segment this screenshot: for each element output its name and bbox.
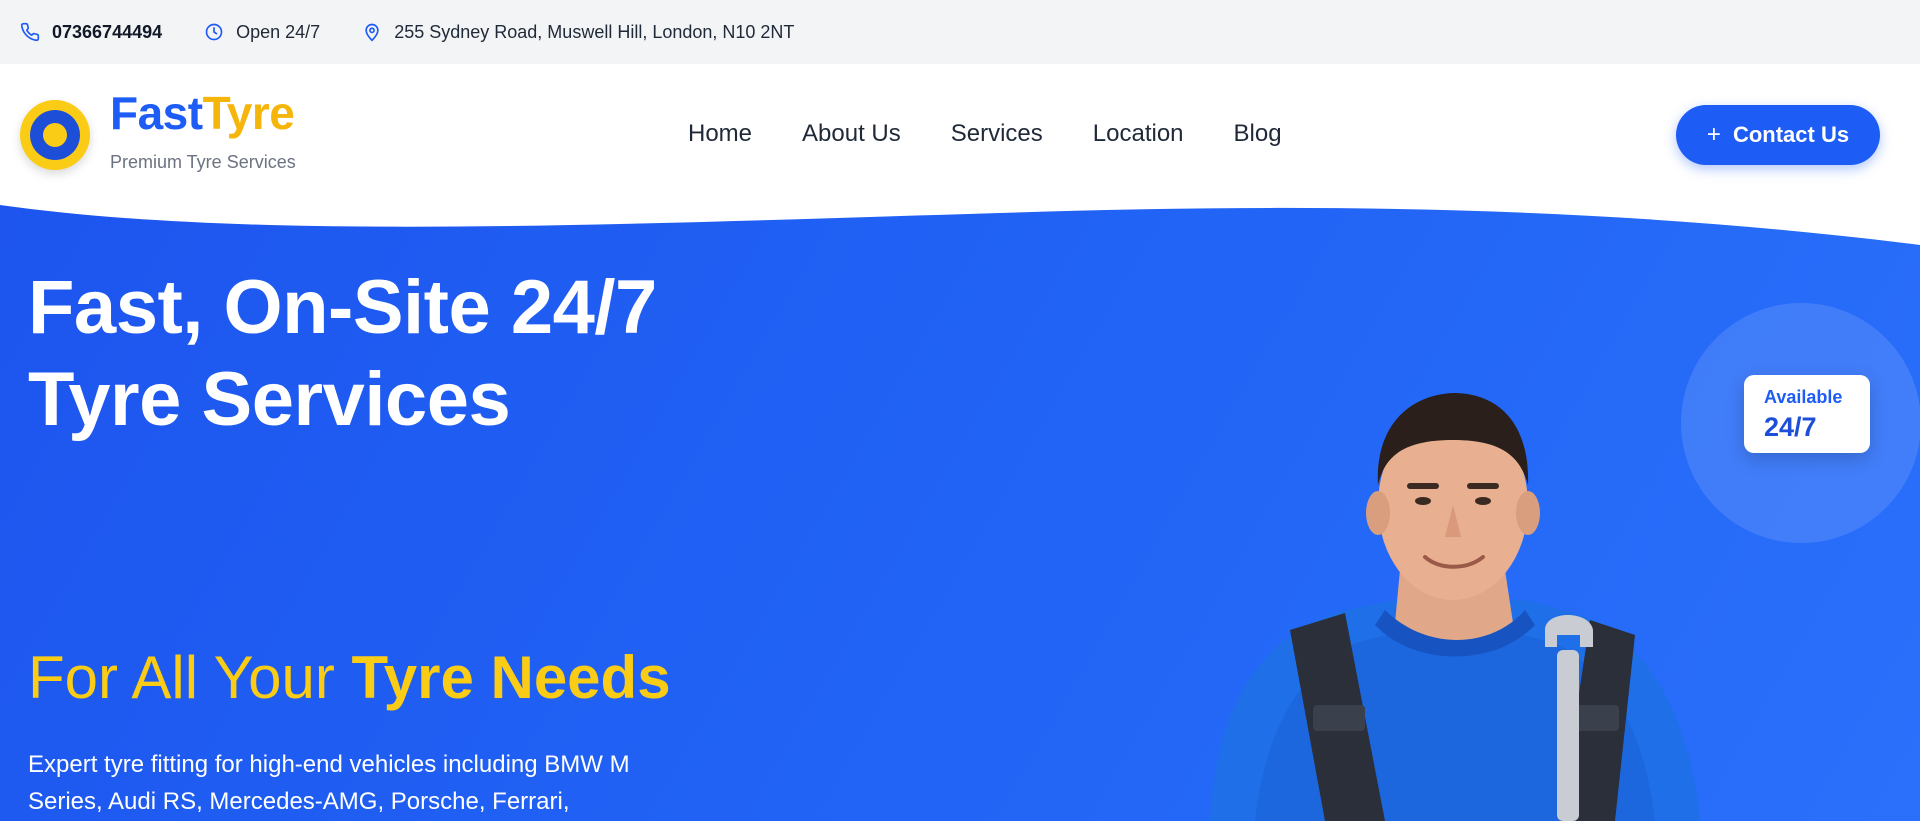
hero-title-line1: Fast, On-Site 24/7 xyxy=(28,265,657,350)
brand-part-fast: Fast xyxy=(110,87,203,139)
hero-title: Fast, On-Site 24/7 Tyre Services xyxy=(28,262,788,446)
opening-hours: Open 24/7 xyxy=(236,21,321,42)
brand-tagline: Premium Tyre Services xyxy=(110,152,296,172)
availability-badge: Available 24/7 xyxy=(1744,375,1870,453)
address-text: 255 Sydney Road, Muswell Hill, London, N… xyxy=(394,21,795,42)
brand-name[interactable]: FastTyre xyxy=(110,87,295,139)
hero-title-line2: Tyre Services xyxy=(28,357,511,442)
top-info-bar: 07366744494 Open 24/7 255 Sydney Road, M… xyxy=(0,0,1920,64)
contact-us-label: Contact Us xyxy=(1732,122,1850,147)
clock-icon xyxy=(205,23,223,41)
hero-subtitle-prefix: For All Your xyxy=(28,644,352,711)
availability-label: Available xyxy=(1764,387,1843,407)
hero-subtitle-highlight: Tyre Needs xyxy=(351,644,671,711)
mechanic-image xyxy=(1210,393,1700,821)
brand-part-tyre: Tyre xyxy=(202,87,295,139)
phone-icon xyxy=(20,22,40,42)
hero-subtitle: For All Your Tyre Needs xyxy=(28,648,671,708)
phone-info[interactable]: 07366744494 xyxy=(20,22,162,43)
contact-us-button[interactable]: + Contact Us xyxy=(1676,105,1880,165)
nav-about-us[interactable]: About Us xyxy=(802,120,901,148)
map-pin-icon xyxy=(365,23,379,42)
address-info: 255 Sydney Road, Muswell Hill, London, N… xyxy=(362,22,794,43)
hero-wave-divider xyxy=(0,195,1920,245)
site-header: FastTyre Premium Tyre Services Home Abou… xyxy=(0,64,1920,204)
availability-value: 24/7 xyxy=(1764,412,1817,442)
main-nav: Home About Us Services Location Blog xyxy=(688,120,1332,148)
nav-services[interactable]: Services xyxy=(951,120,1043,148)
hours-info: Open 24/7 xyxy=(204,22,320,43)
nav-blog[interactable]: Blog xyxy=(1234,120,1282,148)
tyre-logo-icon[interactable] xyxy=(20,100,90,170)
nav-location[interactable]: Location xyxy=(1093,120,1184,148)
plus-icon: + xyxy=(1706,121,1721,148)
nav-home[interactable]: Home xyxy=(688,120,752,148)
phone-number[interactable]: 07366744494 xyxy=(52,22,162,43)
hero-description: Expert tyre fitting for high-end vehicle… xyxy=(28,751,630,815)
